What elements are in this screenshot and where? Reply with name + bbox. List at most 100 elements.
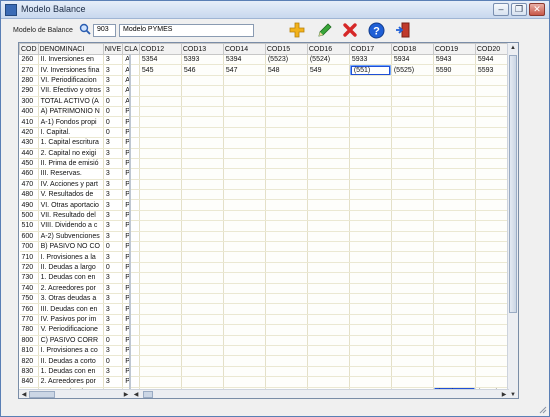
table-cell[interactable]	[349, 106, 392, 118]
table-cell[interactable]	[223, 179, 266, 191]
table-cell[interactable]	[139, 303, 182, 315]
table-cell[interactable]	[139, 199, 182, 211]
table-row[interactable]: 810 I. Provisiones a co 3 P	[19, 345, 518, 357]
table-cell[interactable]	[349, 283, 392, 295]
table-cell[interactable]	[139, 158, 182, 170]
table-cell[interactable]	[349, 293, 392, 305]
table-cell[interactable]: IV. Inversiones fina	[38, 64, 104, 76]
table-cell[interactable]	[433, 168, 476, 180]
table-cell[interactable]: 549	[307, 64, 350, 76]
table-cell[interactable]	[391, 137, 434, 149]
table-cell[interactable]: P	[122, 355, 140, 367]
table-cell[interactable]	[349, 127, 392, 139]
table-cell[interactable]	[433, 158, 476, 170]
scroll-up-arrow-icon[interactable]: ▲	[508, 43, 518, 53]
table-cell[interactable]	[349, 75, 392, 87]
table-cell[interactable]	[433, 231, 476, 243]
table-cell[interactable]: 545	[139, 64, 182, 76]
table-cell[interactable]	[391, 210, 434, 222]
table-cell[interactable]: C) PASIVO CORR	[38, 335, 104, 346]
table-cell[interactable]	[223, 116, 266, 128]
table-cell[interactable]	[433, 262, 476, 274]
scroll-left-arrow-icon[interactable]: ◀	[19, 390, 29, 398]
table-cell[interactable]	[433, 355, 476, 367]
table-cell[interactable]: 3	[103, 366, 124, 378]
table-cell[interactable]	[139, 366, 182, 378]
table-cell[interactable]: 5590	[433, 64, 476, 76]
table-cell[interactable]	[181, 283, 224, 295]
table-cell[interactable]	[391, 116, 434, 128]
table-cell[interactable]: P	[122, 283, 140, 295]
table-cell[interactable]: 3	[103, 272, 124, 284]
table-cell[interactable]	[307, 324, 350, 336]
table-cell[interactable]	[391, 241, 434, 253]
table-cell[interactable]	[307, 75, 350, 87]
table-cell[interactable]	[223, 199, 266, 211]
table-cell[interactable]: II. Inversiones en	[38, 54, 104, 66]
table-row[interactable]: 770 IV. Pasivos por im 3 P	[19, 314, 518, 326]
table-cell[interactable]	[181, 189, 224, 201]
table-cell[interactable]: 1. Capital escritura	[38, 137, 104, 149]
table-cell[interactable]	[433, 75, 476, 87]
table-cell[interactable]	[391, 355, 434, 367]
table-cell[interactable]: 0	[103, 96, 124, 107]
table-cell[interactable]: IV. Pasivos por im	[38, 314, 104, 326]
table-cell[interactable]: 420	[19, 127, 39, 139]
table-cell[interactable]	[265, 272, 308, 284]
column-header-cod16[interactable]: COD16	[306, 43, 350, 55]
table-cell[interactable]: 3	[103, 54, 124, 66]
table-cell[interactable]: 3	[103, 64, 124, 76]
table-cell[interactable]	[181, 241, 224, 253]
table-row[interactable]: 410 A-1) Fondos propi 0 P	[19, 116, 518, 128]
table-cell[interactable]	[433, 303, 476, 315]
table-cell[interactable]: 3	[103, 179, 124, 191]
table-row[interactable]: 280 VI. Periodificacion 3 A	[19, 75, 518, 87]
table-cell[interactable]: P	[122, 220, 140, 232]
table-cell[interactable]	[139, 293, 182, 305]
table-cell[interactable]	[139, 116, 182, 128]
table-cell[interactable]	[223, 106, 266, 118]
table-cell[interactable]	[265, 189, 308, 201]
table-cell[interactable]	[349, 345, 392, 357]
table-cell[interactable]	[307, 189, 350, 201]
table-cell[interactable]	[265, 324, 308, 336]
table-cell[interactable]	[391, 189, 434, 201]
table-cell[interactable]: P	[122, 376, 140, 388]
table-cell[interactable]: 720	[19, 262, 39, 274]
table-cell[interactable]: P	[122, 366, 140, 378]
restore-button[interactable]: ❐	[511, 3, 527, 16]
table-cell[interactable]	[139, 251, 182, 263]
table-cell[interactable]	[349, 137, 392, 149]
table-cell[interactable]	[139, 335, 182, 346]
table-cell[interactable]: III. Deudas con en	[38, 303, 104, 315]
table-cell[interactable]	[349, 199, 392, 211]
table-cell[interactable]	[181, 137, 224, 149]
table-cell[interactable]	[139, 106, 182, 118]
table-cell[interactable]	[223, 75, 266, 87]
table-cell[interactable]: 0	[103, 116, 124, 128]
column-header-cla[interactable]: CLA	[122, 43, 140, 55]
table-cell[interactable]	[139, 241, 182, 253]
table-cell[interactable]: I. Provisiones a la	[38, 251, 104, 263]
table-cell[interactable]	[433, 96, 476, 107]
table-cell[interactable]	[181, 303, 224, 315]
table-cell[interactable]	[265, 231, 308, 243]
table-cell[interactable]	[265, 148, 308, 159]
table-cell[interactable]	[139, 96, 182, 107]
table-cell[interactable]	[139, 272, 182, 284]
table-cell[interactable]: 5933	[349, 54, 392, 66]
table-cell[interactable]: 770	[19, 314, 39, 326]
table-cell[interactable]	[181, 116, 224, 128]
table-cell[interactable]	[307, 127, 350, 139]
table-cell[interactable]	[265, 158, 308, 170]
scroll-left-arrow-icon[interactable]: ◀	[131, 390, 141, 398]
table-cell[interactable]	[307, 106, 350, 118]
table-cell[interactable]: P	[122, 241, 140, 253]
table-cell[interactable]	[139, 127, 182, 139]
table-cell[interactable]	[223, 220, 266, 232]
table-cell[interactable]	[265, 106, 308, 118]
table-cell[interactable]	[265, 116, 308, 128]
table-cell[interactable]: 710	[19, 251, 39, 263]
table-cell[interactable]	[349, 210, 392, 222]
table-cell[interactable]	[391, 314, 434, 326]
